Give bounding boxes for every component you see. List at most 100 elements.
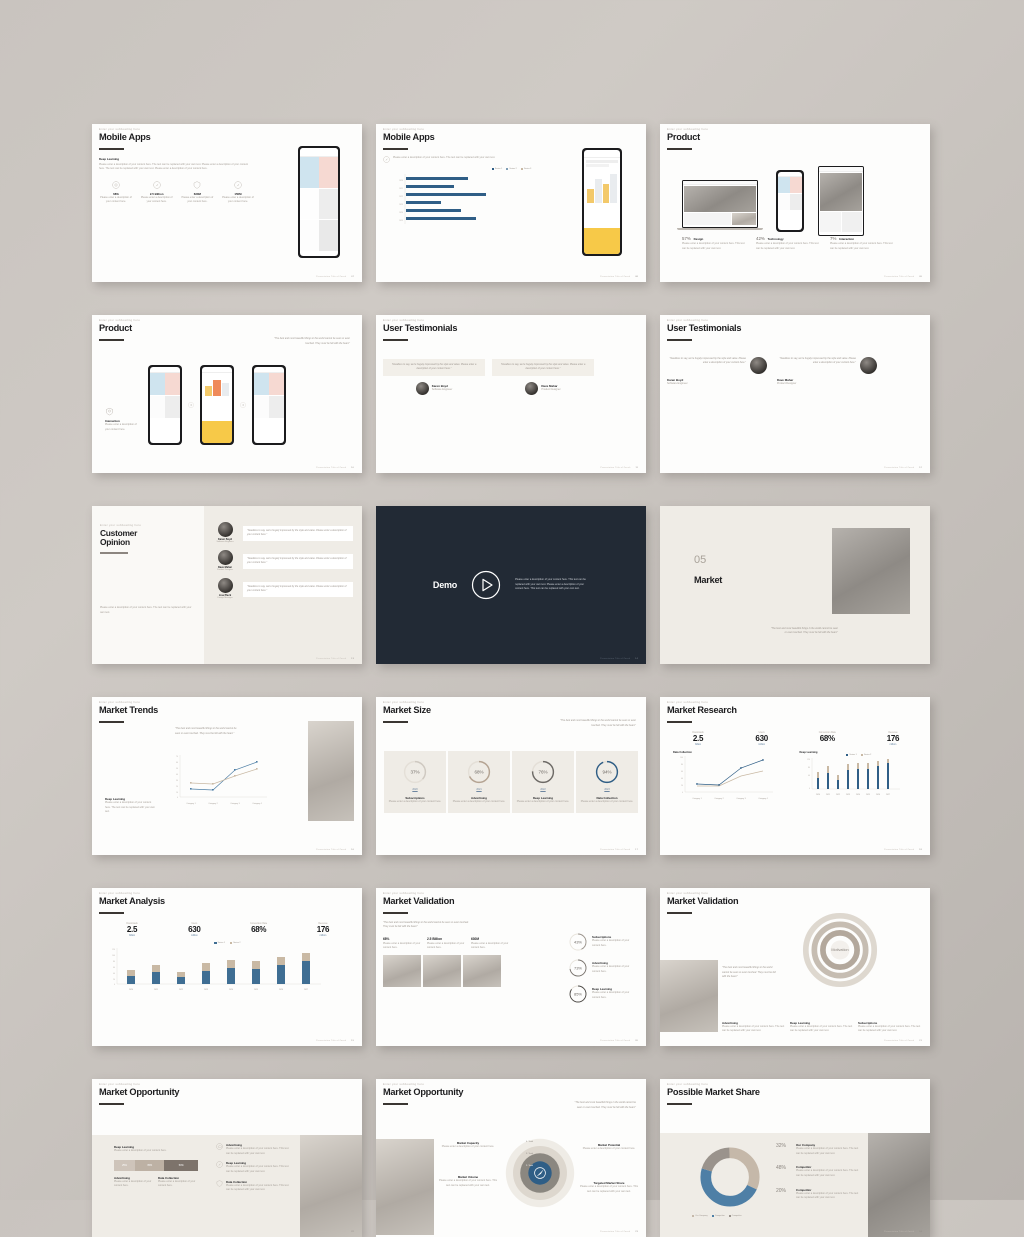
title-rule [667, 147, 692, 150]
page-title: User Testimonials [667, 323, 742, 333]
stat-value: 2.5 [126, 924, 138, 934]
svg-text:60: 60 [176, 762, 178, 764]
svg-text:40: 40 [808, 775, 810, 777]
page-title: Product [667, 132, 700, 142]
slide-user-testimonials-1[interactable]: Enter your subheading here User Testimon… [376, 315, 646, 473]
testimonial-card: "Needless to say, we're hugely impressed… [777, 356, 877, 387]
svg-text:2022: 2022 [399, 196, 403, 198]
eyebrow: Enter your subheading here [99, 319, 141, 322]
title-rule [667, 338, 692, 341]
svg-text:Category 1: Category 1 [186, 802, 195, 805]
eyebrow: Enter your subheading here [667, 701, 709, 704]
title-rule [383, 147, 408, 150]
title-rule [99, 720, 124, 723]
slide-product-1[interactable]: Enter your subheading here Product 57% D… [660, 124, 930, 282]
chart-block: Deep Learning Series 1 Series 2 120 80 40… [800, 751, 919, 803]
slide-market-validation-1[interactable]: Enter your subheading here Market Valida… [376, 888, 646, 1046]
segment: 35% [135, 1159, 165, 1171]
tablet-mockup [818, 166, 864, 236]
gauge-card: 76% 2022 Deep Learning Please enter a de… [512, 751, 574, 813]
section-block: Deep Learning Please enter a description… [105, 797, 157, 815]
slide-mobile-apps-1[interactable]: Enter your subheading here Mobile Apps D… [92, 124, 362, 282]
slide-market-trends[interactable]: Enter your subheading here Market Trends… [92, 697, 362, 855]
slide-demo[interactable]: Demo Please enter a description of your … [376, 506, 646, 664]
segment: 25% [114, 1159, 135, 1171]
phone-mockup [776, 170, 804, 232]
slide-market-research[interactable]: Enter your subheading here Market Resear… [660, 697, 930, 855]
stat-block: Revenue 176 million [300, 923, 346, 937]
title-rule [667, 720, 692, 723]
ring-label: Market Volume Please enter a description… [438, 1175, 498, 1188]
slide-mobile-apps-2[interactable]: Enter your subheading here Mobile Apps P… [376, 124, 646, 282]
hero-image [868, 1133, 930, 1237]
svg-text:2020: 2020 [815, 794, 819, 796]
svg-text:2020: 2020 [399, 180, 403, 182]
arrow-right-icon [188, 402, 194, 408]
gauge-row: 85% Deep Learning Please enter a descript… [568, 984, 638, 1004]
play-circle-icon[interactable] [471, 570, 501, 600]
list-item: Subscriptions Please enter a description … [858, 1021, 922, 1034]
compass-icon [216, 1161, 223, 1168]
svg-text:60: 60 [681, 771, 683, 773]
slide-footer: Presentation Title of Zeesh 17 [600, 849, 638, 851]
slide-user-testimonials-2[interactable]: Enter your subheading here User Testimon… [660, 315, 930, 473]
stat-block: 2.5 Billion Please enter a description of… [427, 937, 465, 951]
slide-market-section[interactable]: 05 Market "The best and most beautiful t… [660, 506, 930, 664]
svg-text:60: 60 [113, 967, 115, 969]
phone-flow [148, 365, 286, 445]
share-desc: Please enter a description of your conte… [796, 1147, 859, 1155]
slide-market-analysis[interactable]: Enter your subheading here Market Analys… [92, 888, 362, 1046]
slide-possible-market-share[interactable]: Enter your subheading here Possible Mark… [660, 1079, 930, 1237]
line-chart: 7060 5040 3020 100 Category 1 Category 2 … [176, 755, 267, 805]
svg-text:68%: 68% [474, 769, 483, 774]
slide-market-size[interactable]: Enter your subheading here Market Size "… [376, 697, 646, 855]
gauge-year: 2020 [412, 788, 418, 791]
title-rule [99, 1102, 124, 1105]
slide-market-validation-2[interactable]: Enter your subheading here Market Valida… [660, 888, 930, 1046]
person-role: Product Designer [777, 381, 797, 385]
title-rule [99, 338, 124, 341]
slide-footer: Presentation Title of Zeesh 23 [600, 1231, 638, 1233]
page-title: Market Size [383, 705, 431, 715]
feature-pct: 42% [756, 236, 765, 241]
svg-text:Category 3: Category 3 [736, 797, 745, 800]
gauge-year: 2023 [604, 788, 610, 791]
feature-name: Interaction [839, 237, 854, 241]
svg-text:0: 0 [809, 788, 810, 790]
svg-text:Category 2: Category 2 [208, 802, 217, 805]
page-title: Market Analysis [99, 896, 165, 906]
page-title-2: Opinion [100, 537, 130, 548]
list-item: Data Collection Please enter a descriptio… [216, 1180, 292, 1193]
quote: "The best and most beautiful things in t… [722, 966, 776, 979]
svg-text:2021: 2021 [825, 794, 829, 796]
share-pct: 20% [776, 1187, 787, 1194]
item-desc: Please enter a description of your conte… [114, 1149, 167, 1152]
svg-text:50: 50 [176, 768, 178, 770]
ring-tier-label: 4. Total [526, 1141, 534, 1143]
intro-body: Please enter a description of your conte… [393, 155, 496, 159]
page-title: Mobile Apps [383, 132, 435, 142]
legend-item: Series 1 [491, 167, 502, 170]
svg-text:2025: 2025 [865, 794, 869, 796]
testimonial-quote: "Needless to say, we're hugely impressed… [669, 356, 746, 365]
svg-text:70: 70 [176, 756, 178, 758]
eyebrow: Enter your subheading here [383, 319, 425, 322]
slide-customer-opinion[interactable]: Enter your subheading here Customer Opin… [92, 506, 362, 664]
slide-footer: Presentation Title of Zeesh 16 [316, 849, 354, 851]
testimonial-card: "Needless to say, we're hugely impressed… [667, 356, 767, 387]
eyebrow: Enter your subheading here [667, 319, 709, 322]
slide-product-2[interactable]: Enter your subheading here Product "The … [92, 315, 362, 473]
ring-tier-label: 2. Total [526, 1165, 534, 1167]
feature-name: Technology [767, 237, 784, 241]
slide-market-opportunity-2[interactable]: Enter your subheading here Market Opport… [376, 1079, 646, 1237]
slide-market-opportunity-1[interactable]: Enter your subheading here Market Opport… [92, 1079, 362, 1237]
interaction-icon [106, 407, 113, 416]
slide-footer: Presentation Title of Zeesh 22 [316, 1231, 354, 1233]
share-pct: 48% [776, 1165, 787, 1172]
stacked-bar-chart: 120 100 80 60 40 20 0 2020 2021 2022 2023 202… [112, 947, 321, 991]
stat-value: 630M [471, 936, 479, 941]
avatar [525, 381, 539, 395]
person-role: Design Manager [217, 596, 233, 599]
cloud-icon [216, 1143, 223, 1150]
svg-text:2024: 2024 [399, 212, 403, 214]
